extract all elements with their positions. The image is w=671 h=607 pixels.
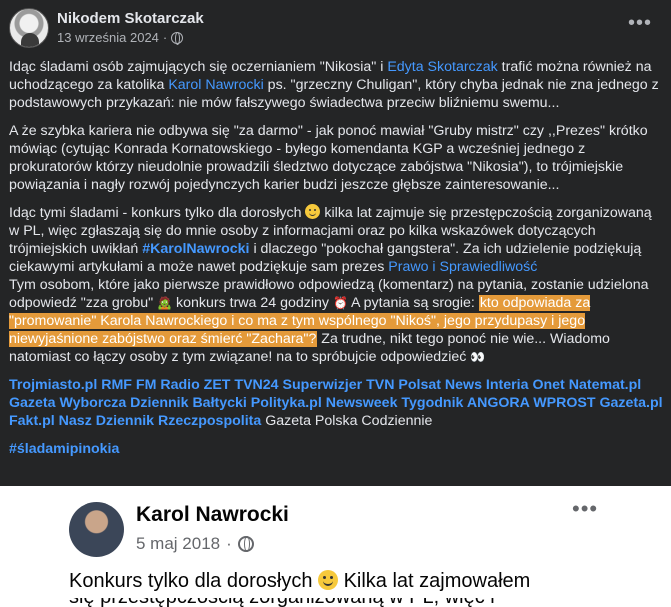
text: się przestępczością zorganizowaną w PL, …: [69, 598, 495, 607]
embed-meta: 5 maj 2018 ·: [136, 534, 254, 554]
globe-icon[interactable]: [171, 31, 184, 45]
embed-separator: ·: [226, 534, 232, 553]
hashtag-karolnawrocki[interactable]: #KarolNawrocki: [142, 241, 249, 257]
paragraph-2: A że szybka kariera nie odbywa się "za d…: [9, 123, 648, 193]
post-meta: 13 września 2024 ·: [57, 30, 184, 45]
text: Idąc tymi śladami - konkurs tylko dla do…: [9, 205, 306, 221]
mention-edyta[interactable]: Edyta Skotarczak: [387, 59, 497, 75]
author-name[interactable]: Nikodem Skotarczak: [57, 10, 204, 27]
text: A pytania są srogie:: [347, 295, 479, 311]
embed-date: 5 maj 2018: [136, 534, 221, 553]
paragraph-3: Idąc tymi śladami - konkurs tylko dla do…: [9, 204, 665, 366]
paragraph-1: Idąc śladami osób zajmujących się oczern…: [9, 58, 665, 112]
mention-karol[interactable]: Karol Nawrocki: [168, 77, 263, 93]
author-avatar[interactable]: [9, 8, 49, 48]
meta-separator: ·: [162, 30, 168, 45]
more-options-icon[interactable]: •••: [628, 13, 652, 33]
embed-more-icon: •••: [572, 496, 599, 521]
media-tag-plain: Gazeta Polska Codziennie: [261, 413, 433, 429]
post-header: Nikodem Skotarczak 13 września 2024 · ••…: [9, 8, 664, 52]
clock-emoji-icon: ⏰: [332, 296, 348, 310]
text: konkurs trwa 24 godziny: [172, 295, 333, 311]
text: Kilka lat zajmowałem: [338, 570, 531, 592]
text: Idąc śladami osób zajmujących się oczern…: [9, 59, 388, 75]
embed-author-name: Karol Nawrocki: [136, 503, 289, 526]
embed-avatar: [69, 502, 124, 557]
smile-emoji-icon: [305, 204, 321, 219]
post-body: Idąc śladami osób zajmujących się oczern…: [9, 58, 665, 468]
embed-text: Konkurs tylko dla dorosłych Kilka lat za…: [69, 570, 669, 593]
hashtag-line: #śladamipinokia: [9, 440, 665, 458]
mention-pis[interactable]: Prawo i Sprawiedliwość: [388, 259, 537, 275]
media-tags: Trojmiasto.pl RMF FM Radio ZET TVN24 Sup…: [9, 376, 665, 430]
embed-smile-emoji-icon: [318, 570, 339, 590]
zombie-emoji-icon: 🧟: [157, 296, 173, 310]
post-date[interactable]: 13 września 2024: [57, 30, 159, 45]
embedded-screenshot[interactable]: Karol Nawrocki 5 maj 2018 · ••• Konkurs …: [0, 486, 671, 607]
embed-globe-icon: [237, 536, 254, 552]
embed-cut-text: się przestępczością zorganizowaną w PL, …: [69, 598, 609, 607]
text: Konkurs tylko dla dorosłych: [69, 570, 319, 592]
hashtag-sladamipinokia[interactable]: #śladamipinokia: [9, 441, 119, 457]
eyes-emoji-icon: 👀: [470, 350, 486, 364]
